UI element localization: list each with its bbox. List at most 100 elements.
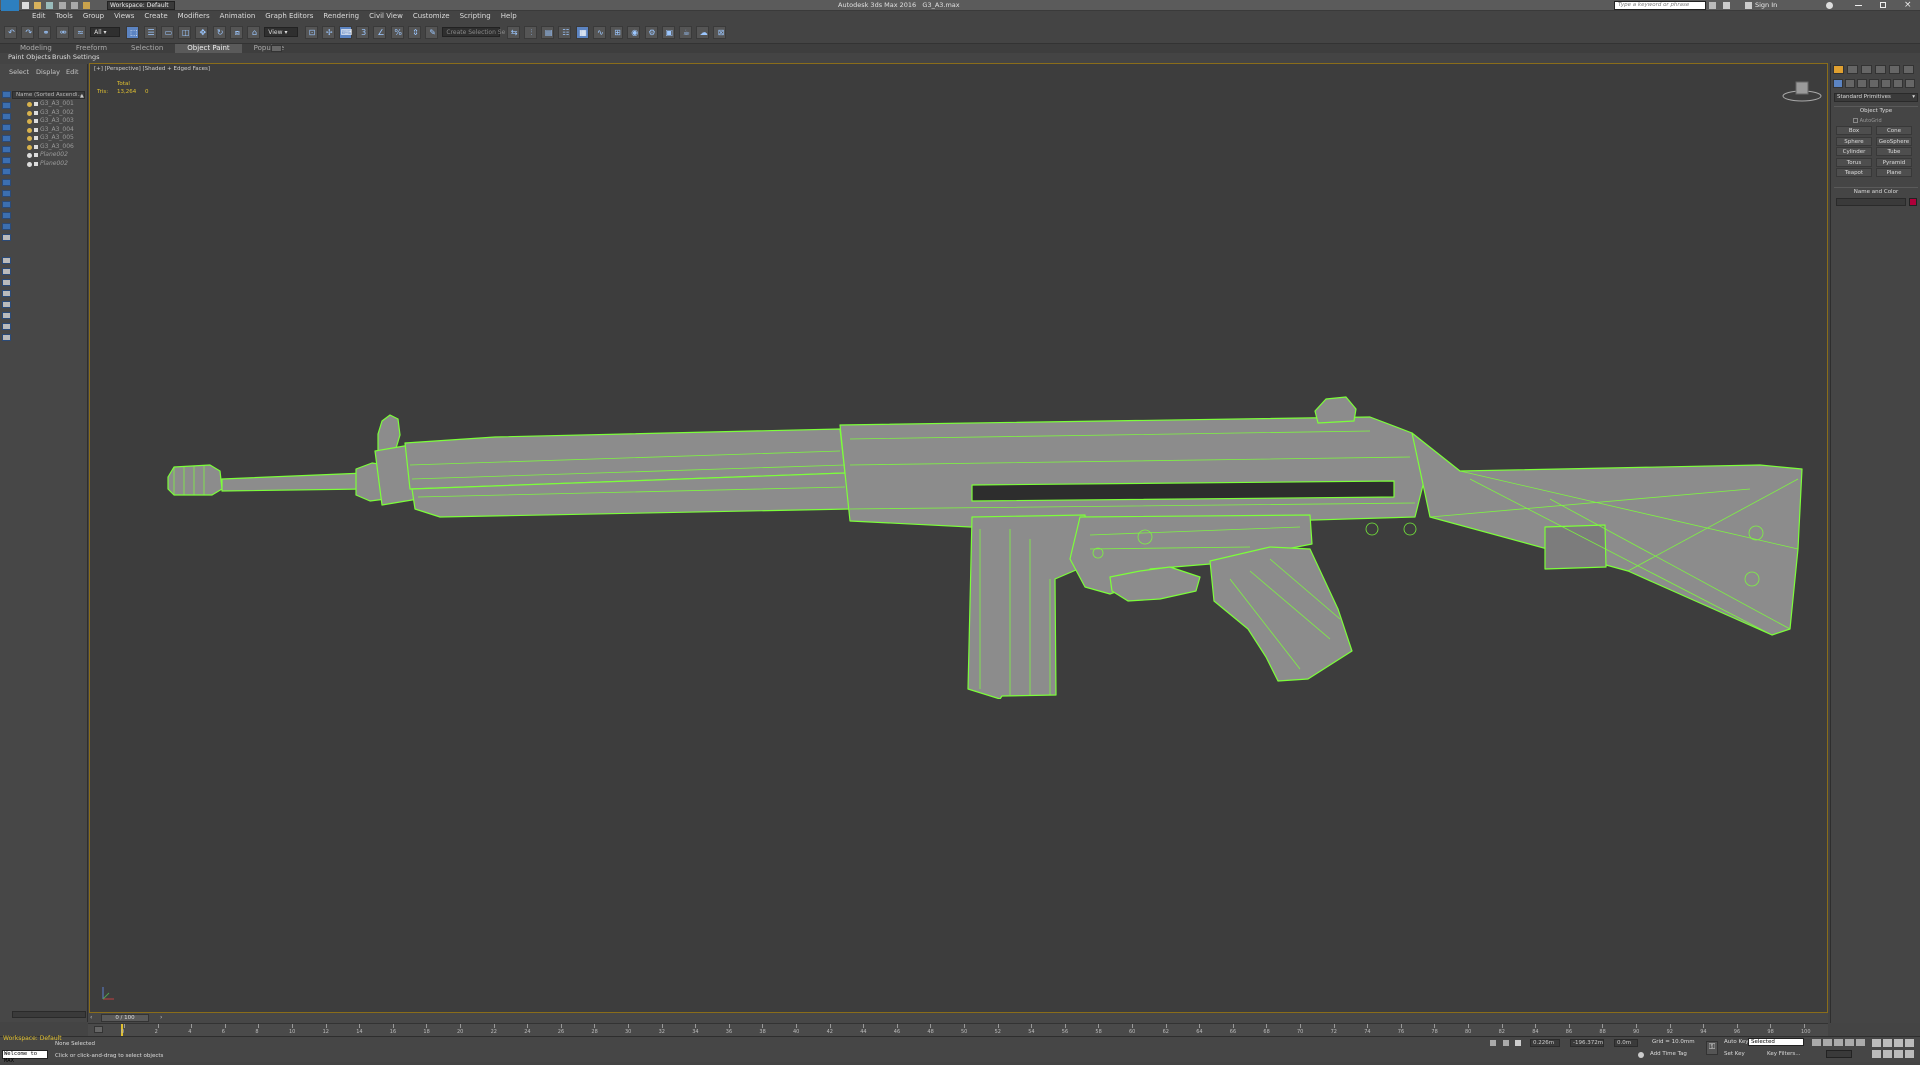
time-tag-icon[interactable] bbox=[1638, 1052, 1644, 1058]
menu-edit[interactable]: Edit bbox=[32, 11, 46, 22]
display-xrefs-icon[interactable] bbox=[2, 201, 11, 208]
select-none-icon[interactable] bbox=[2, 102, 11, 109]
mini-curve-editor-icon[interactable] bbox=[94, 1026, 103, 1033]
display-none-icon[interactable] bbox=[2, 279, 11, 286]
primitive-geosphere-button[interactable]: GeoSphere bbox=[1876, 136, 1912, 146]
undo-icon[interactable] bbox=[58, 2, 66, 9]
name-color-rollout-header[interactable]: Name and Color bbox=[1834, 187, 1918, 195]
visibility-toggle-icon[interactable] bbox=[27, 110, 32, 116]
explorer-menu-edit[interactable]: Edit bbox=[66, 68, 79, 77]
brush-settings-panel[interactable]: Brush Settings bbox=[52, 53, 99, 62]
menu-create[interactable]: Create bbox=[144, 11, 167, 22]
menu-scripting[interactable]: Scripting bbox=[460, 11, 491, 22]
explorer-row[interactable]: G3_A3_005 bbox=[0, 134, 88, 143]
previous-frame-icon[interactable] bbox=[1823, 1039, 1832, 1046]
display-shapes-icon[interactable] bbox=[2, 135, 11, 142]
explorer-row[interactable]: G3_A3_003 bbox=[0, 117, 88, 126]
explorer-row[interactable]: G3_A3_006 bbox=[0, 143, 88, 152]
visibility-toggle-icon[interactable] bbox=[27, 136, 32, 141]
select-and-scale-icon[interactable]: ⧈ bbox=[229, 26, 243, 39]
percent-snap-icon[interactable]: % bbox=[390, 26, 404, 39]
select-object-icon[interactable]: ⬚ bbox=[126, 26, 140, 39]
snaps-toggle-icon[interactable]: 3 bbox=[356, 26, 370, 39]
auto-key-button[interactable]: Auto Key bbox=[1724, 1039, 1749, 1045]
menu-modifiers[interactable]: Modifiers bbox=[178, 11, 210, 22]
viewcube[interactable] bbox=[1780, 78, 1824, 104]
key-filters-button[interactable]: Key Filters... bbox=[1767, 1051, 1800, 1057]
redo-icon[interactable] bbox=[70, 2, 78, 9]
render-production-icon[interactable]: ☕ bbox=[678, 26, 692, 39]
new-icon[interactable] bbox=[22, 2, 29, 9]
select-and-move-icon[interactable]: ✥ bbox=[195, 26, 209, 39]
window-crossing-icon[interactable]: ◫ bbox=[178, 26, 192, 39]
rectangular-selection-icon[interactable]: ▭ bbox=[160, 26, 174, 39]
display-cameras-icon[interactable] bbox=[2, 157, 11, 164]
menu-animation[interactable]: Animation bbox=[220, 11, 256, 22]
object-color-swatch[interactable] bbox=[1909, 198, 1917, 206]
scene-explorer-toggle-icon[interactable]: ☷ bbox=[558, 26, 572, 39]
add-time-tag-label[interactable]: Add Time Tag bbox=[1650, 1051, 1687, 1057]
help-icon[interactable] bbox=[1826, 2, 1833, 9]
time-slider[interactable]: 0 / 100 ‹ › bbox=[88, 1013, 1828, 1023]
a360-gallery-icon[interactable]: ⊠ bbox=[713, 26, 727, 39]
save-icon[interactable] bbox=[46, 2, 54, 9]
primitive-box-button[interactable]: Box bbox=[1836, 126, 1872, 135]
absolute-mode-icon[interactable] bbox=[1515, 1040, 1521, 1046]
select-and-rotate-icon[interactable]: ↻ bbox=[212, 26, 226, 39]
reference-coordinate-dropdown[interactable]: View ▾ bbox=[264, 27, 299, 37]
go-to-start-icon[interactable] bbox=[1812, 1039, 1821, 1046]
zoom-extents-icon[interactable] bbox=[1894, 1039, 1903, 1047]
project-folder-icon[interactable] bbox=[83, 2, 91, 9]
display-containers-icon[interactable] bbox=[2, 223, 11, 230]
ribbon-tab-freeform[interactable]: Freeform bbox=[64, 44, 119, 53]
time-slider-next-icon[interactable]: › bbox=[160, 1014, 162, 1021]
zoom-extents-all-icon[interactable] bbox=[1905, 1039, 1914, 1047]
primitive-cylinder-button[interactable]: Cylinder bbox=[1836, 147, 1872, 156]
isolate-selection-icon[interactable] bbox=[1503, 1040, 1509, 1046]
go-to-end-icon[interactable] bbox=[1856, 1039, 1865, 1046]
menu-views[interactable]: Views bbox=[114, 11, 134, 22]
explorer-row[interactable]: G3_A3_002 bbox=[0, 109, 88, 118]
undo-button[interactable]: ↶ bbox=[4, 26, 17, 39]
layer-manager-icon[interactable]: ▤ bbox=[541, 26, 555, 39]
workspace-selector[interactable]: Workspace: Default bbox=[107, 1, 175, 10]
display-spacewarps-icon[interactable] bbox=[2, 179, 11, 186]
explorer-scrollbar[interactable] bbox=[12, 1011, 86, 1018]
visibility-toggle-icon[interactable] bbox=[27, 119, 32, 124]
visibility-toggle-icon[interactable] bbox=[27, 144, 32, 150]
menu-help[interactable]: Help bbox=[501, 11, 517, 22]
time-slider-thumb[interactable]: 0 / 100 bbox=[101, 1014, 149, 1022]
ribbon-tab-object-paint[interactable]: Object Paint bbox=[175, 44, 242, 53]
close-icon[interactable]: × bbox=[1904, 0, 1912, 11]
visibility-toggle-icon[interactable] bbox=[27, 127, 32, 133]
perspective-viewport[interactable]: [+] [Perspective] [Shaded + Edged Faces]… bbox=[89, 63, 1828, 1013]
invert-display-icon[interactable] bbox=[2, 290, 11, 297]
maximize-icon[interactable] bbox=[1880, 2, 1886, 8]
paint-objects-panel[interactable]: Paint Objects bbox=[8, 53, 51, 62]
viewport-label[interactable]: [+] [Perspective] [Shaded + Edged Faces] bbox=[94, 66, 210, 72]
display-geometry-icon[interactable] bbox=[2, 124, 11, 131]
render-setup-icon[interactable]: ⚙ bbox=[644, 26, 658, 39]
visibility-toggle-icon[interactable] bbox=[27, 161, 32, 167]
selection-filter-dropdown[interactable]: All ▾ bbox=[90, 27, 121, 37]
track-bar[interactable]: 0 2 4 6 8 10 12 14 16 18 20 22 24 26 28 30 32 34 36 38 40 42 4… bbox=[88, 1023, 1828, 1036]
find-icon[interactable] bbox=[2, 312, 11, 319]
primitive-cone-button[interactable]: Cone bbox=[1876, 126, 1912, 135]
maxscript-listener[interactable]: Welcome to MAX bbox=[2, 1050, 48, 1064]
open-icon[interactable] bbox=[34, 2, 42, 9]
lock-selection-icon[interactable] bbox=[1490, 1040, 1496, 1046]
object-name-field[interactable] bbox=[1836, 198, 1906, 206]
invert-selection-icon[interactable] bbox=[2, 113, 11, 120]
pan-view-icon[interactable] bbox=[1883, 1050, 1892, 1058]
visibility-toggle-icon[interactable] bbox=[27, 153, 32, 158]
pivot-point-icon[interactable]: ⊡ bbox=[304, 26, 318, 39]
display-groups-icon[interactable] bbox=[2, 190, 11, 197]
mirror-icon[interactable]: ⇆ bbox=[506, 26, 520, 39]
play-icon[interactable] bbox=[1834, 1039, 1843, 1046]
schematic-view-icon[interactable]: ⊞ bbox=[610, 26, 624, 39]
minimize-icon[interactable] bbox=[1855, 5, 1862, 6]
menu-rendering[interactable]: Rendering bbox=[323, 11, 359, 22]
menu-civil-view[interactable]: Civil View bbox=[369, 11, 403, 22]
z-coordinate-field[interactable]: 0.0m bbox=[1614, 1039, 1638, 1047]
menu-graph-editors[interactable]: Graph Editors bbox=[265, 11, 313, 22]
